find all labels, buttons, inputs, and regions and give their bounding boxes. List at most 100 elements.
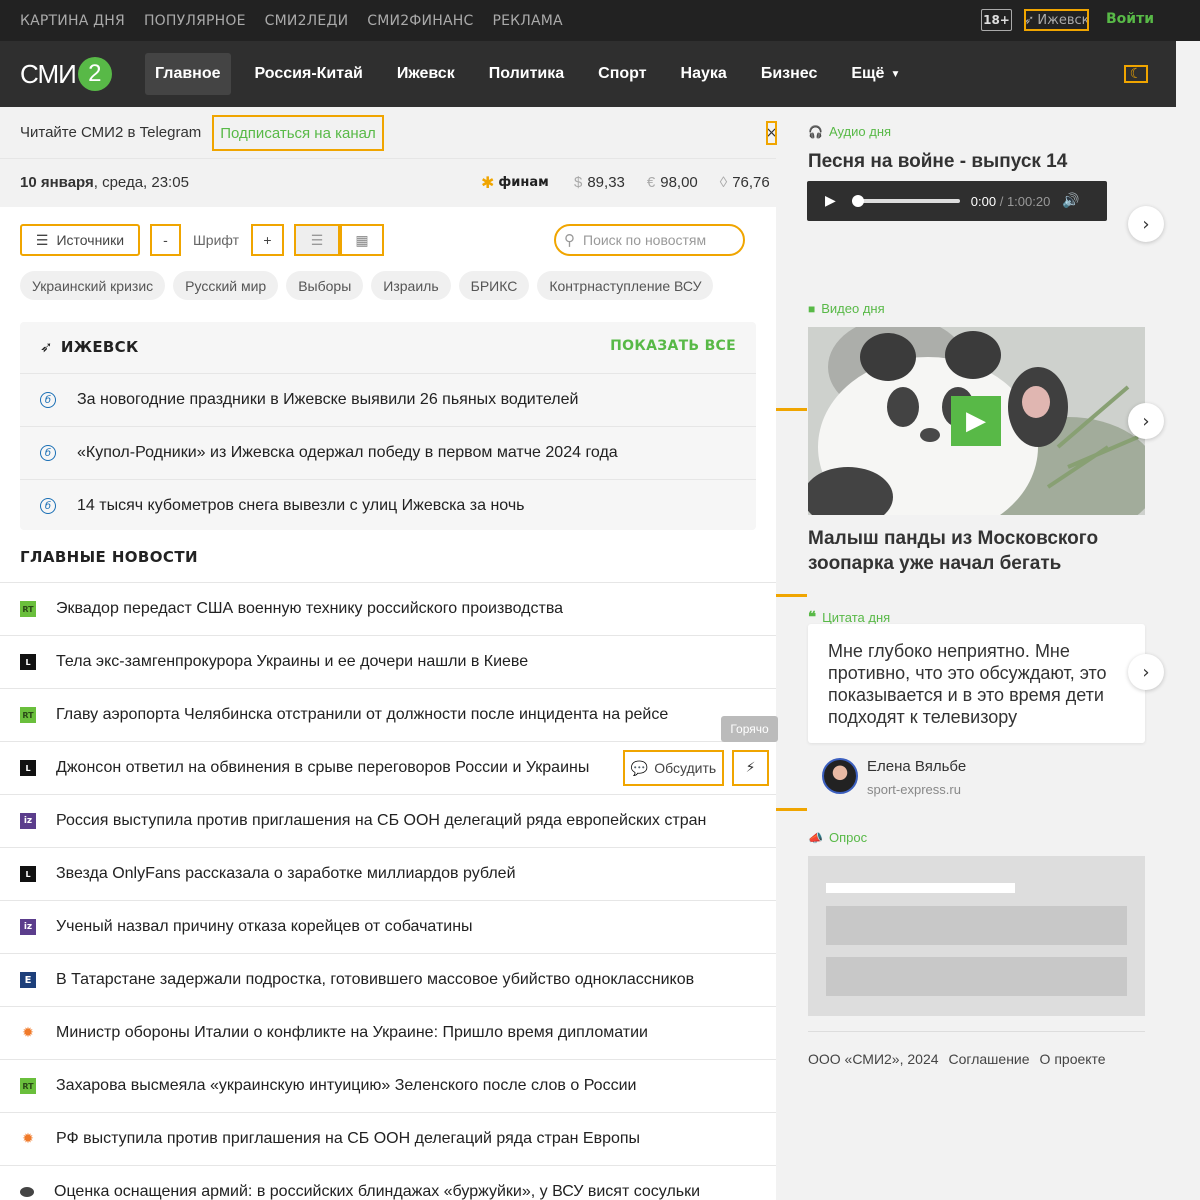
news-item[interactable]: RT Главу аэропорта Челябинска отстранили … — [0, 688, 776, 741]
list-view-icon[interactable]: ☰ — [294, 224, 340, 256]
progress-knob[interactable] — [851, 195, 864, 207]
source-iz-icon: iz — [20, 919, 36, 935]
tag-item[interactable]: Израиль — [371, 271, 451, 300]
top-links: КАРТИНА ДНЯ ПОПУЛЯРНОЕ СМИ2ЛЕДИ СМИ2ФИНА… — [20, 0, 582, 41]
tag-list: Украинский кризис Русский мир Выборы Изр… — [20, 271, 714, 300]
menu: Главное Россия-Китай Ижевск Политика Спо… — [145, 53, 917, 95]
source-icon: б — [40, 445, 56, 461]
play-icon[interactable]: ▶ — [825, 193, 836, 209]
menu-more-label: Ещё — [851, 65, 885, 82]
video-thumbnail[interactable]: ▶ — [808, 327, 1145, 515]
copyright: ООО «СМИ2», 2024 — [808, 1051, 939, 1067]
divider-marker — [776, 808, 807, 811]
telegram-subscribe-button[interactable]: Подписаться на канал — [212, 115, 384, 151]
source-dot-icon — [20, 1187, 34, 1197]
source-rt-icon: RT — [20, 707, 36, 723]
comment-icon: 💬 — [630, 759, 649, 776]
menu-item-izhevsk[interactable]: Ижевск — [380, 53, 472, 95]
divider-marker — [776, 408, 807, 411]
source-iz-icon: iz — [20, 813, 36, 829]
news-item[interactable]: E В Татарстане задержали подростка, готов… — [0, 953, 776, 1006]
agreement-link[interactable]: Соглашение — [949, 1051, 1030, 1067]
menu-item-business[interactable]: Бизнес — [744, 53, 835, 95]
tag-item[interactable]: Контрнаступление ВСУ — [537, 271, 714, 300]
font-decrease-button[interactable]: - — [150, 224, 181, 256]
city-news-item[interactable]: б 14 тысяч кубометров снега вывезли с ул… — [20, 479, 756, 532]
poll-label: 📣 Опрос — [808, 830, 868, 845]
top-link-lady[interactable]: СМИ2ЛЕДИ — [265, 13, 349, 29]
dollar-icon: $ — [574, 174, 583, 191]
news-headline: Джонсон ответил на обвинения в срыве пер… — [56, 759, 590, 776]
source-fire-icon: ✹ — [22, 1025, 34, 1041]
volume-icon[interactable]: 🔊 — [1062, 193, 1079, 209]
news-item[interactable]: ✹ РФ выступила против приглашения на СБ О… — [0, 1112, 776, 1165]
source-icon: б — [40, 392, 56, 408]
menu-item-main[interactable]: Главное — [145, 53, 231, 95]
menu-item-sport[interactable]: Спорт — [581, 53, 663, 95]
news-item[interactable]: iz Ученый назвал причину отказа корейцев … — [0, 900, 776, 953]
source-l-icon: L — [20, 866, 36, 882]
search-icon: ⚲ — [564, 232, 575, 249]
finam-logo[interactable]: ✱ финам — [481, 173, 549, 192]
city-news-item[interactable]: б За новогодние праздники в Ижевске выяв… — [20, 373, 756, 426]
rate-usd: $89,33 — [574, 174, 625, 191]
font-increase-button[interactable]: + — [251, 224, 284, 256]
headphones-icon: 🎧 — [808, 124, 823, 139]
next-video-arrow-icon[interactable]: › — [1128, 403, 1164, 439]
menu-item-russia-china[interactable]: Россия-Китай — [238, 53, 380, 95]
feed-controls: ☰ Источники - Шрифт + ☰ ▦ ⚲ Поиск по нов… — [20, 224, 760, 256]
theme-toggle-icon[interactable]: ☾ — [1124, 65, 1148, 83]
city-selector[interactable]: ➶ Ижевск — [1024, 9, 1090, 31]
video-title[interactable]: Малыш панды из Московского зоопарка уже … — [808, 526, 1128, 576]
chevron-down-icon: ▼ — [890, 68, 901, 80]
source-rt-icon: RT — [20, 601, 36, 617]
city-news-block: ➶ ИЖЕВСК ПОКАЗАТЬ ВСЕ б За новогодние пр… — [20, 322, 756, 530]
menu-item-more[interactable]: Ещё ▼ — [834, 53, 917, 95]
play-video-icon[interactable]: ▶ — [951, 396, 1001, 446]
finam-icon: ✱ — [481, 173, 495, 192]
news-item[interactable]: RT Захарова высмеяла «украинскую интуицию… — [0, 1059, 776, 1112]
search-input[interactable]: ⚲ Поиск по новостям — [554, 224, 745, 256]
menu-item-science[interactable]: Наука — [664, 53, 744, 95]
video-camera-icon: ■ — [808, 301, 816, 316]
tag-item[interactable]: Выборы — [286, 271, 364, 300]
next-audio-arrow-icon[interactable]: › — [1128, 206, 1164, 242]
news-item[interactable]: RT Эквадор передаст США военную технику р… — [0, 582, 776, 635]
news-column: Читайте СМИ2 в Telegram Подписаться на к… — [0, 107, 777, 1200]
tag-item[interactable]: Русский мир — [173, 271, 279, 300]
font-label: Шрифт — [181, 224, 251, 256]
about-link[interactable]: О проекте — [1040, 1051, 1106, 1067]
city-news-item[interactable]: б «Купол-Родники» из Ижевска одержал поб… — [20, 426, 756, 479]
next-quote-arrow-icon[interactable]: › — [1128, 654, 1164, 690]
news-headline: РФ выступила против приглашения на СБ ОО… — [56, 1130, 641, 1147]
news-item[interactable]: Оценка оснащения армий: в российских бли… — [0, 1165, 776, 1200]
show-all-link[interactable]: ПОКАЗАТЬ ВСЕ — [610, 338, 736, 354]
menu-item-politics[interactable]: Политика — [472, 53, 581, 95]
quote-source[interactable]: sport-express.ru — [867, 782, 961, 797]
audio-title[interactable]: Песня на войне - выпуск 14 — [808, 151, 1067, 173]
top-link-picture[interactable]: КАРТИНА ДНЯ — [20, 13, 125, 29]
main-nav: СМИ 2 Главное Россия-Китай Ижевск Полити… — [0, 41, 1176, 107]
poll-skeleton-option — [826, 957, 1127, 996]
scrollbar[interactable] — [1176, 41, 1200, 1200]
login-link[interactable]: Войти — [1106, 11, 1154, 27]
grid-view-icon[interactable]: ▦ — [340, 224, 384, 256]
discuss-button[interactable]: 💬 Обсудить — [623, 750, 724, 786]
tag-item[interactable]: БРИКС — [458, 271, 530, 300]
news-item[interactable]: L Звезда OnlyFans рассказала о заработке … — [0, 847, 776, 900]
news-item[interactable]: iz Россия выступила против приглашения на… — [0, 794, 776, 847]
sources-button[interactable]: ☰ Источники — [20, 224, 140, 256]
news-headline: В Татарстане задержали подростка, готови… — [56, 971, 695, 988]
logo[interactable]: СМИ 2 — [20, 57, 112, 91]
audio-progress[interactable] — [851, 195, 960, 207]
footer: ООО «СМИ2», 2024 Соглашение О проекте — [808, 1031, 1145, 1067]
top-link-popular[interactable]: ПОПУЛЯРНОЕ — [144, 13, 246, 29]
news-item[interactable]: ✹ Министр обороны Италии о конфликте на У… — [0, 1006, 776, 1059]
news-item[interactable]: L Джонсон ответил на обвинения в срыве пе… — [0, 741, 776, 794]
tag-item[interactable]: Украинский кризис — [20, 271, 166, 300]
lightning-icon[interactable]: ⚡ — [732, 750, 769, 786]
source-icon: б — [40, 498, 56, 514]
top-link-finance[interactable]: СМИ2ФИНАНС — [367, 13, 473, 29]
news-item[interactable]: L Тела экс-замгенпрокурора Украины и ее д… — [0, 635, 776, 688]
top-link-ads[interactable]: РЕКЛАМА — [492, 13, 562, 29]
